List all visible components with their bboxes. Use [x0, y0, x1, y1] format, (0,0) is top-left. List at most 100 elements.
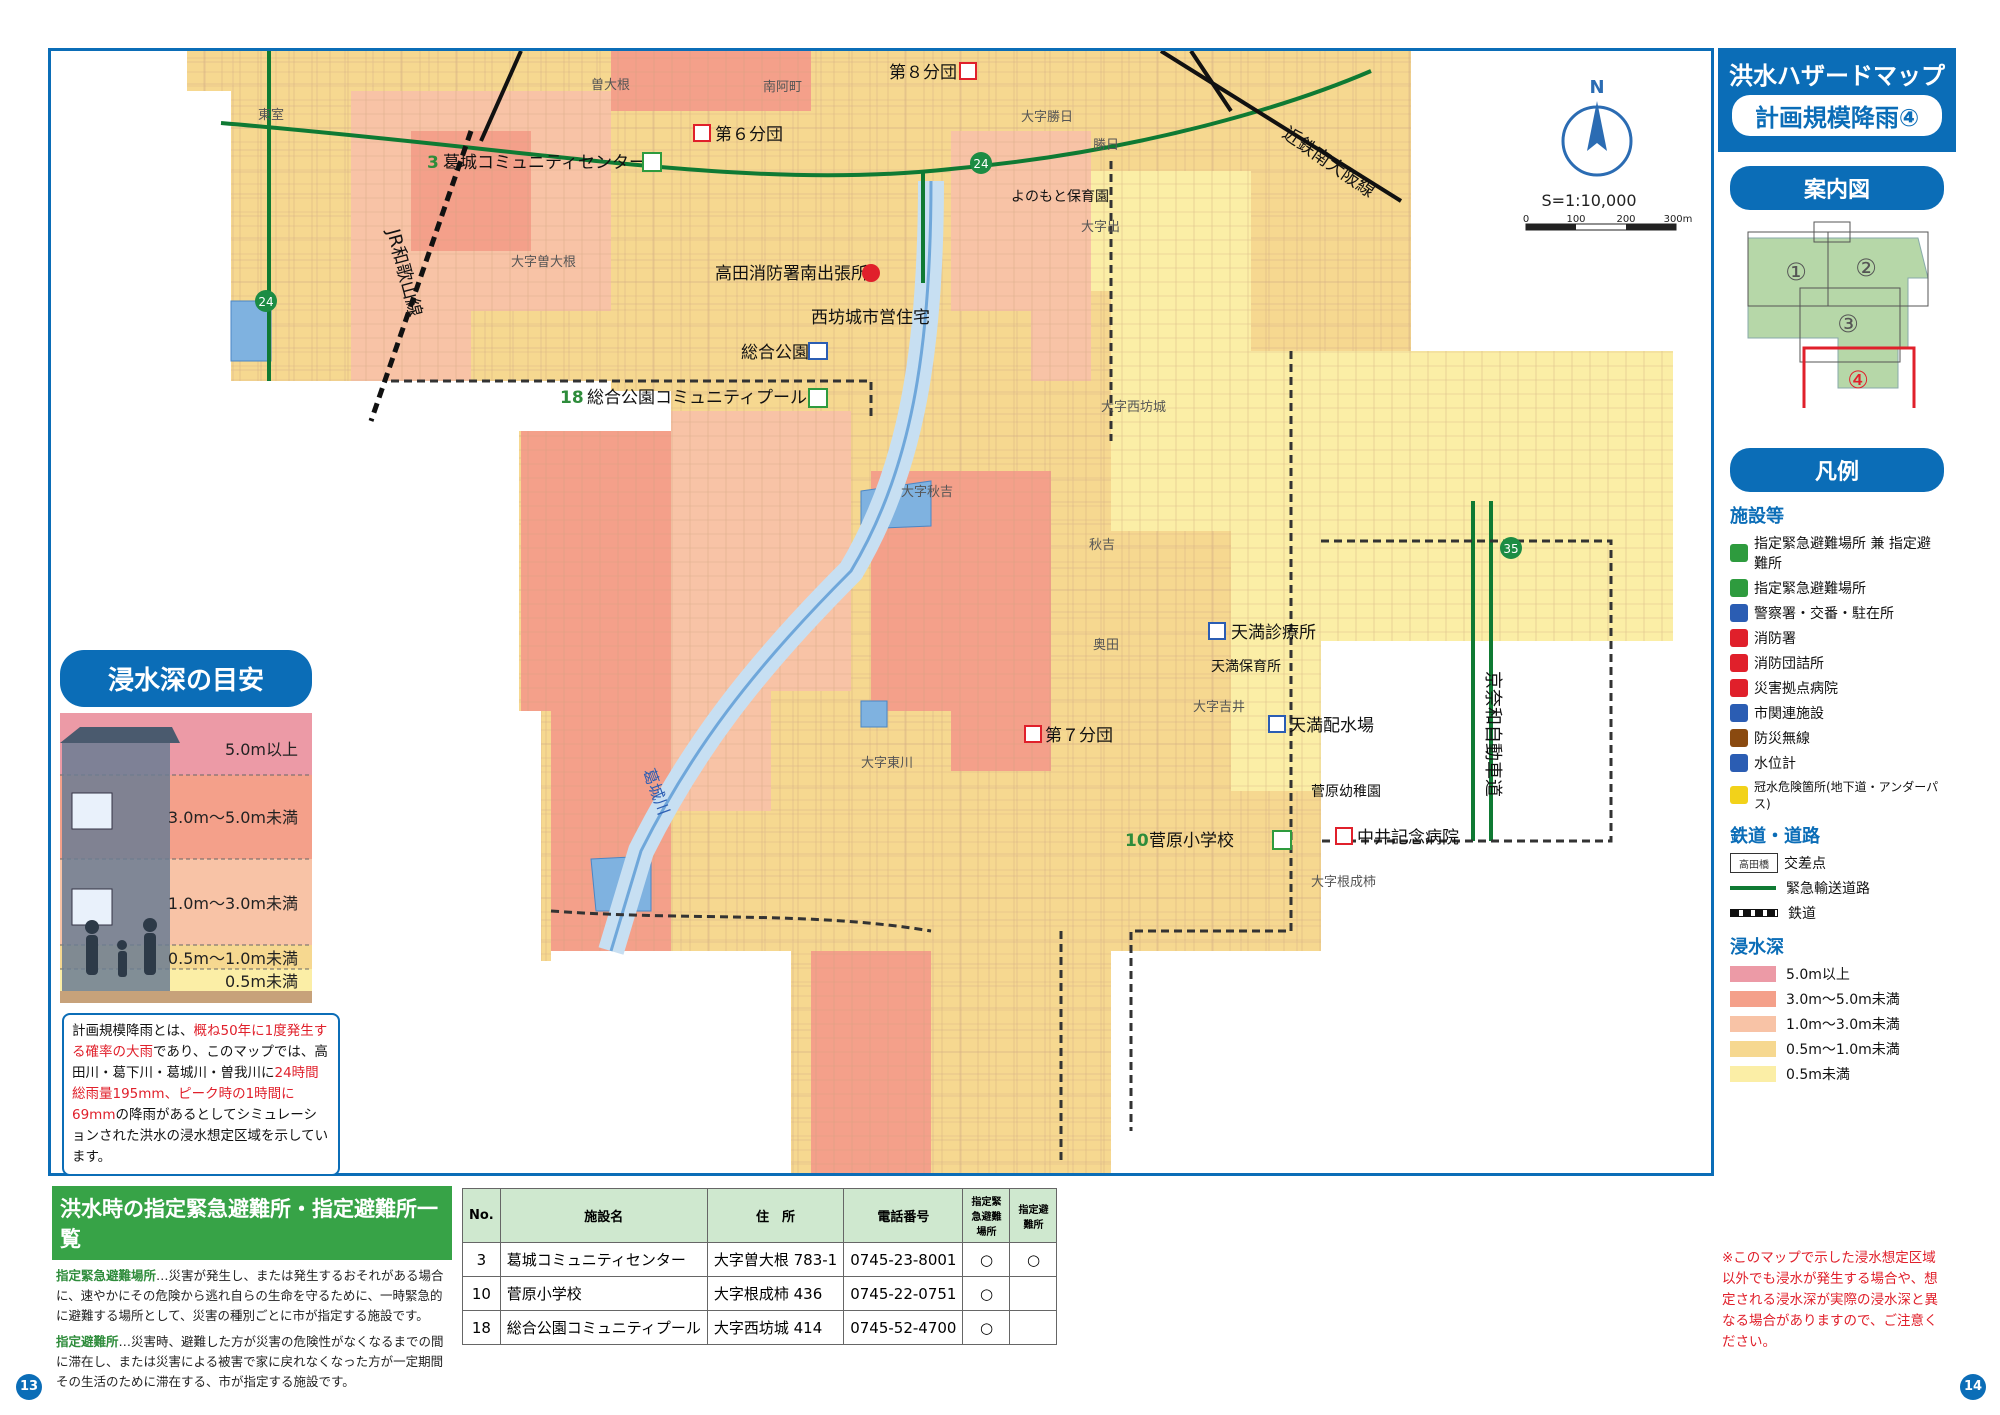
city-facility-icon[interactable] — [1268, 715, 1286, 733]
legend-label: 0.5m未満 — [1786, 1067, 1850, 1083]
table-cell: 0745-23-8001 — [843, 1242, 964, 1277]
legend-item: 警察署・交番・駐在所 — [1730, 603, 1944, 623]
legend-item: 緊急輸送道路 — [1730, 878, 1944, 898]
depth-swatch — [1730, 1016, 1776, 1032]
legend-depth-item: 3.0m〜5.0m未満 — [1730, 989, 1944, 1009]
depth-level-label: 1.0m〜3.0m未満 — [168, 894, 298, 913]
facility-label[interactable]: 総合公園コミュニティプール — [587, 388, 807, 408]
shelter-definition: 指定避難所…災害時、避難した方が災害の危険性がなくなるまでの間に滞在し、または災… — [56, 1334, 444, 1389]
facility-label[interactable]: 天満診療所 — [1231, 623, 1316, 643]
facility-label[interactable]: 菅原幼稚園 — [1311, 784, 1381, 800]
facility-label[interactable]: 菅原小学校 — [1149, 831, 1234, 851]
legend-item: 指定緊急避難場所 — [1730, 578, 1944, 598]
shelter-table: No. 施設名住 所電話番号 指定緊急避難場所 指定避難所 3 葛城コミュニティセンター… — [462, 1188, 1058, 1345]
hospital-icon — [1730, 679, 1748, 697]
fire-brigade-icon[interactable] — [959, 62, 977, 80]
emergency-shelter-icon[interactable] — [808, 388, 828, 408]
index-map[interactable]: ① ② ③ ④ — [1718, 218, 1956, 424]
legend-depth-item: 0.5m未満 — [1730, 1064, 1944, 1084]
police-icon[interactable] — [1208, 622, 1226, 640]
svg-text:0: 0 — [1523, 214, 1529, 225]
shelter-section: 洪水時の指定緊急避難所・指定避難所一覧 指定緊急避難場所…災害が発生し、または発… — [52, 1186, 452, 1398]
expressway-label: 京奈和自動車道 — [1482, 671, 1503, 797]
legend-label: 1.0m〜3.0m未満 — [1786, 1017, 1900, 1033]
svg-text:100: 100 — [1566, 214, 1585, 225]
facility-label[interactable]: 西坊城市営住宅 — [811, 308, 930, 328]
shelter-both-icon — [1730, 544, 1748, 562]
place-label: 東室 — [258, 107, 284, 123]
route-marker: 35 — [1500, 537, 1522, 559]
legend-label: 指定緊急避難場所 兼 指定避難所 — [1754, 536, 1931, 572]
table-cell: 0745-52-4700 — [843, 1310, 964, 1345]
legend-heading: 凡例 — [1730, 448, 1944, 492]
title-line2: 計画規模降雨④ — [1732, 95, 1942, 136]
table-cell: 大字西坊城 414 — [706, 1310, 845, 1345]
facility-label[interactable]: 天満配水場 — [1289, 716, 1374, 736]
index-map-heading: 案内図 — [1730, 166, 1944, 210]
place-label: 大字曽大根 — [511, 255, 576, 270]
emergency-shelter-icon[interactable] — [1272, 830, 1292, 850]
depth-level-label: 5.0m以上 — [225, 740, 298, 759]
fire-brigade-icon[interactable] — [693, 124, 711, 142]
caution-note: ※このマップで示した浸水想定区域以外でも浸水が発生する場合や、想定される浸水深が… — [1722, 1250, 1938, 1350]
facility-label[interactable]: 高田消防署南出張所 — [715, 264, 868, 284]
emergency-road-icon — [1730, 886, 1776, 890]
facility-label[interactable]: 天満保育所 — [1211, 659, 1281, 675]
facility-label[interactable]: 総合公園 — [741, 343, 809, 363]
facility-label[interactable]: 第８分団 — [889, 63, 957, 83]
shelter-both-icon[interactable] — [642, 152, 662, 172]
depth-guide-figure: 5.0m以上 3.0m〜5.0m未満 1.0m〜3.0m未満 0.5m〜1.0m… — [60, 713, 312, 1003]
legend-label: 冠水危険箇所(地下道・アンダーパス) — [1754, 780, 1939, 811]
shelter-number[interactable]: 18 — [560, 388, 584, 408]
legend-item: 消防団詰所 — [1730, 653, 1944, 673]
table-cell: 葛城コミュニティセンター — [499, 1242, 708, 1277]
legend-label: 消防団詰所 — [1754, 656, 1824, 672]
legend-label: 災害拠点病院 — [1754, 681, 1838, 697]
police-icon — [1730, 604, 1748, 622]
title-line1: 洪水ハザードマップ — [1729, 62, 1945, 90]
facility-label[interactable]: 第６分団 — [715, 125, 783, 145]
shelter-number[interactable]: 3 — [427, 153, 439, 173]
shelter-definition: 指定緊急避難場所…災害が発生し、または発生するおそれがある場合に、速やかにその危… — [56, 1268, 444, 1323]
place-label: 南阿町 — [763, 79, 802, 95]
place-label: 勝日 — [1093, 138, 1119, 153]
legend-item: 指定緊急避難場所 兼 指定避難所 — [1730, 533, 1944, 573]
svg-text:④: ④ — [1847, 366, 1869, 394]
table-header: 指定避難所 — [1009, 1188, 1058, 1243]
legend-item: 災害拠点病院 — [1730, 678, 1944, 698]
scale-bar: S=1:10,000 0 100 200 300m — [1523, 191, 1692, 231]
table-row: 10 菅原小学校 大字根成柿 436 0745-22-0751 ○ — [462, 1276, 1058, 1311]
pond-2 — [860, 700, 888, 728]
fire-station-icon — [1730, 629, 1748, 647]
svg-text:N: N — [1589, 77, 1604, 98]
fire-brigade-icon[interactable] — [1024, 725, 1042, 743]
facility-label[interactable]: 葛城コミュニティセンター — [443, 153, 646, 173]
hospital-icon[interactable] — [1335, 827, 1353, 845]
water-gauge-icon — [1730, 754, 1748, 772]
legend-label: 水位計 — [1754, 756, 1796, 772]
city-facility-icon — [1730, 704, 1748, 722]
rainfall-note: 計画規模降雨とは、概ね50年に1度発生する確率の大雨であり、このマップでは、高田… — [62, 1013, 340, 1176]
table-cell — [1009, 1276, 1058, 1311]
svg-text:③: ③ — [1837, 310, 1859, 338]
legend-label: 5.0m以上 — [1786, 967, 1850, 983]
radio-icon — [1730, 729, 1748, 747]
table-cell: 総合公園コミュニティプール — [499, 1310, 708, 1345]
city-facility-icon[interactable] — [808, 342, 828, 360]
facility-label[interactable]: よのもと保育園 — [1011, 189, 1109, 205]
legend-label: 0.5m〜1.0m未満 — [1786, 1042, 1900, 1058]
legend-label: 消防署 — [1754, 631, 1796, 647]
table-cell: ○ — [962, 1242, 1011, 1277]
shelter-number[interactable]: 10 — [1125, 831, 1149, 851]
facility-label[interactable]: 第７分団 — [1045, 726, 1113, 746]
facility-label[interactable]: 中井記念病院 — [1357, 827, 1459, 848]
depth-swatch — [1730, 1041, 1776, 1057]
legend-item: 市関連施設 — [1730, 703, 1944, 723]
depth-swatch — [1730, 991, 1776, 1007]
fire-station-icon[interactable] — [862, 264, 880, 282]
depth-level-label: 0.5m未満 — [225, 972, 298, 991]
shelter-heading: 洪水時の指定緊急避難所・指定避難所一覧 — [52, 1186, 452, 1260]
svg-text:S=1:10,000: S=1:10,000 — [1541, 191, 1636, 210]
intersection-icon: 高田橋 — [1730, 853, 1778, 873]
note-text: 計画規模降雨とは、 — [72, 1023, 194, 1039]
